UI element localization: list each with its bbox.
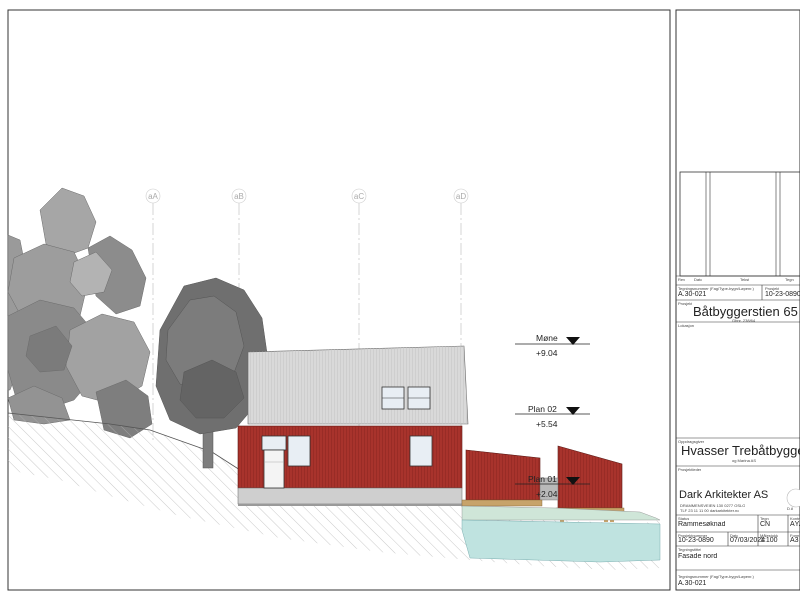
- level-name: Plan 01: [528, 474, 557, 484]
- drawing-title-caption: Tegningstittel: [678, 547, 702, 552]
- project-number2: 10-23-0890: [678, 537, 714, 544]
- project-name: Båtbyggerstien 65: [693, 304, 798, 319]
- grid-axis-label: aB: [234, 192, 244, 201]
- architect-logo-text: D A: [787, 506, 794, 511]
- revision-header-drawn: Tegn: [785, 277, 794, 282]
- format-value: A3: [790, 537, 799, 544]
- revision-header-rev: Rev: [678, 277, 686, 282]
- level-elevation: +9.04: [536, 348, 558, 358]
- level-elevation: +2.04: [536, 489, 558, 499]
- grid-axis-label: aD: [456, 192, 466, 201]
- project-manager-caption: Prosjektleder: [678, 467, 702, 472]
- revision-header-description: Tekst: [740, 277, 750, 282]
- drawing-number-footer-caption: Tegningsnummer (Fag/Type-bygn/Løpenr.): [678, 574, 754, 579]
- project-number: 10-23-0890: [765, 291, 800, 298]
- revision-header-date: Dato: [694, 277, 703, 282]
- drawing-number-footer: A.30-021: [678, 580, 707, 587]
- drawn-by: CN: [760, 521, 771, 528]
- level-elevation: +5.54: [536, 419, 558, 429]
- drawing-title: Fasade nord: [678, 553, 718, 560]
- grid-axis-label: aA: [148, 192, 158, 201]
- drawing-number: A.30-021: [678, 291, 707, 298]
- client-sub: og Marina AS: [732, 458, 757, 463]
- architect-contact: TLF 23 11 11 00 darkarkitekter.no: [680, 508, 740, 513]
- main-building: [237, 345, 469, 506]
- checked-by: ÅYA: [790, 521, 800, 528]
- status-value: Rammesøknad: [678, 521, 726, 528]
- level-name: Plan 02: [528, 404, 557, 414]
- water: [461, 519, 661, 563]
- architect-name: Dark Arkitekter AS: [679, 489, 769, 501]
- architect-logo-icon: [786, 488, 800, 508]
- client-name: Hvasser Trebåtbyggeri: [681, 443, 800, 458]
- location-caption: Lokasjon: [678, 323, 695, 328]
- project-caption: Prosjekt: [678, 301, 693, 306]
- level-name: Møne: [536, 333, 558, 343]
- background-trees: [7, 187, 153, 439]
- project-property-number: Gbnr. 238/64: [732, 318, 756, 323]
- grid-axis-label: aC: [354, 192, 364, 201]
- scale-value: 1:100: [760, 537, 778, 544]
